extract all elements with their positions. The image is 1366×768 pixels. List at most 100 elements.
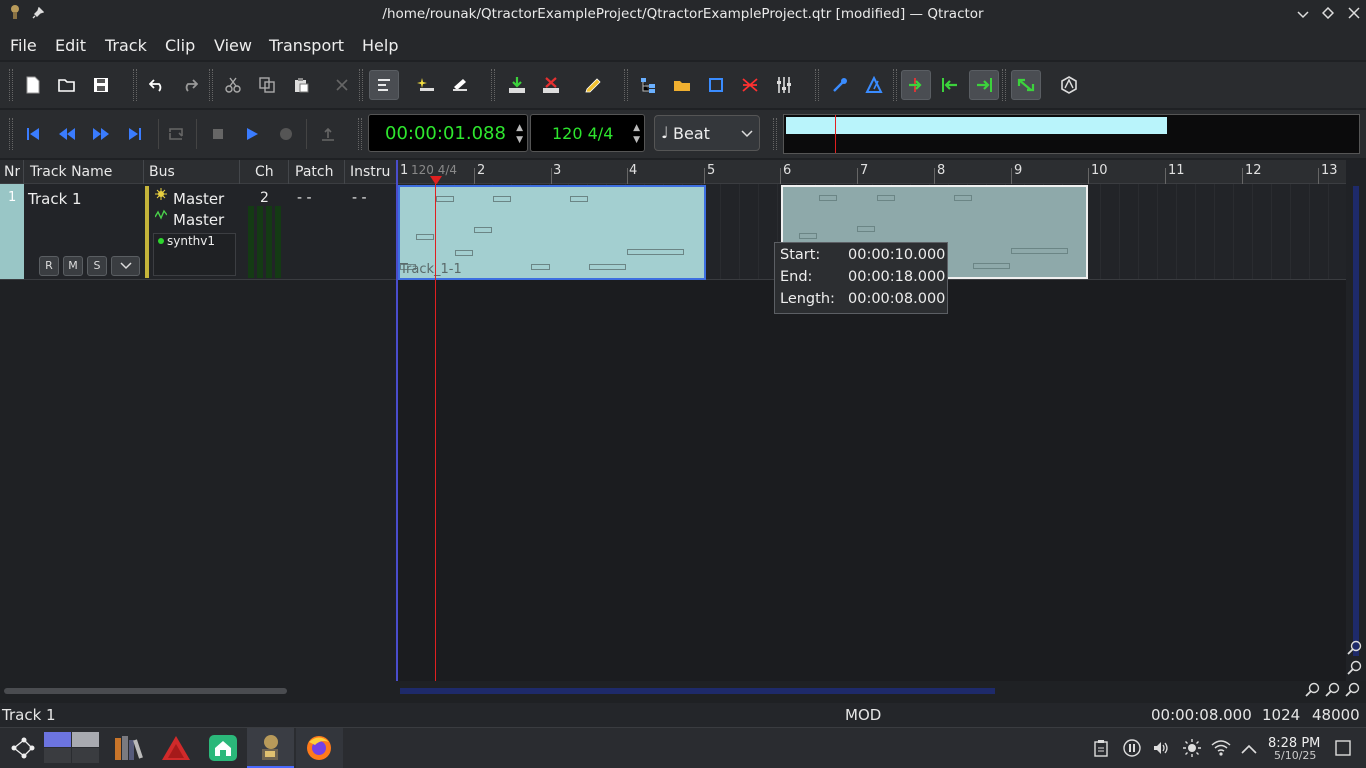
save-icon[interactable] [86,70,116,100]
redo-icon[interactable] [175,70,205,100]
home-app-icon[interactable] [208,734,238,766]
auto-backward-icon[interactable] [935,70,965,100]
chevron-up-icon[interactable] [1241,742,1257,758]
desktop-1[interactable] [44,732,71,747]
zoom-out-vertical-icon[interactable] [1347,660,1363,680]
undo-icon[interactable] [142,70,172,100]
new-file-icon[interactable] [18,70,48,100]
toolbar-grip[interactable] [815,69,819,101]
folder-icon[interactable] [667,70,697,100]
mixer-icon[interactable] [769,70,799,100]
pencil-icon[interactable] [578,70,608,100]
rewind-icon[interactable] [52,119,82,149]
app-launcher-icon[interactable] [10,736,36,764]
copy-icon[interactable] [252,70,282,100]
record-arm-button[interactable]: R [39,256,59,276]
files-icon[interactable] [633,70,663,100]
record-icon[interactable] [271,119,301,149]
toolbar-grip[interactable] [209,69,213,101]
toolbar-grip[interactable] [624,69,628,101]
time-spin-up-icon[interactable]: ▲ [516,123,523,133]
input-bus-label[interactable]: Master [173,190,224,208]
fast-forward-icon[interactable] [86,119,116,149]
menu-edit[interactable]: Edit [55,36,86,55]
continue-past-end-icon[interactable] [969,70,999,100]
toolbar-grip[interactable] [893,69,897,101]
vertical-scrollbar[interactable] [1346,160,1366,681]
track-name[interactable]: Track 1 [28,190,82,208]
col-instrument[interactable]: Instru [350,164,395,180]
select-mode-icon[interactable] [369,70,399,100]
backward-start-icon[interactable] [18,119,48,149]
zoom-out-horizontal-icon[interactable] [1305,682,1321,702]
track-number-cell[interactable]: 1 [0,184,24,279]
remove-clip-icon[interactable] [536,70,566,100]
toolbar-grip[interactable] [491,69,495,101]
media-pause-icon[interactable] [1123,739,1141,761]
wifi-icon[interactable] [1211,739,1231,761]
track-list-hscrollbar[interactable] [0,681,396,701]
plugin-name[interactable]: synthv1 [167,234,215,248]
tempo-display[interactable]: 120 4/4 ▲ ▼ [530,114,645,152]
vertical-scroll-thumb[interactable] [1353,186,1359,656]
menu-view[interactable]: View [214,36,252,55]
firefox-taskbar-button[interactable] [296,728,343,768]
menu-help[interactable]: Help [362,36,398,55]
zoom-reset-icon[interactable] [1325,682,1341,702]
output-bus-label[interactable]: Master [173,211,224,229]
toolbar-grip[interactable] [9,118,13,150]
open-file-icon[interactable] [52,70,82,100]
cut-icon[interactable] [218,70,248,100]
brightness-icon[interactable] [1183,739,1201,761]
crossfade-icon[interactable] [735,70,765,100]
col-patch[interactable]: Patch [295,164,333,180]
instrument-icon[interactable] [825,70,855,100]
tempo-spin-up-icon[interactable]: ▲ [633,123,640,133]
col-track-name[interactable]: Track Name [30,164,112,180]
col-bus[interactable]: Bus [149,164,175,180]
plugin-list[interactable]: synthv1 [153,233,236,276]
punch-in-icon[interactable] [313,119,343,149]
toolbar-grip[interactable] [1002,69,1006,101]
calibre-icon[interactable] [112,734,144,766]
paste-icon[interactable] [286,70,316,100]
toolbar-grip[interactable] [773,118,777,150]
time-display[interactable]: 00:00:01.088 ▲ ▼ [368,114,528,152]
toolbar-grip[interactable] [133,69,137,101]
volume-icon[interactable] [1152,739,1170,761]
show-desktop-icon[interactable] [1335,740,1351,760]
maximize-icon[interactable] [1317,4,1339,26]
timeline-hscrollbar[interactable] [398,681,1366,701]
clock-date[interactable]: 5/10/25 [1274,749,1316,762]
track-row[interactable]: 1 Track 1 Master Master synthv1 2 - - - … [0,184,396,280]
time-spin-down-icon[interactable]: ▼ [516,135,523,145]
ardour-icon[interactable] [160,734,192,766]
hscroll-thumb[interactable] [400,688,995,694]
tempo-spin-down-icon[interactable]: ▼ [633,135,640,145]
edit-track-icon[interactable] [445,70,475,100]
metronome-icon[interactable] [859,70,889,100]
snap-select[interactable]: ♩ Beat [654,115,760,151]
auto-loop-icon[interactable] [1011,70,1041,100]
loop-icon[interactable] [161,119,191,149]
zoom-in-vertical-icon[interactable] [1347,640,1363,660]
close-icon[interactable] [1343,4,1365,26]
col-channel[interactable]: Ch [255,164,274,180]
toolbar-grip[interactable] [359,69,363,101]
qtractor-taskbar-button[interactable] [247,728,294,768]
toolbar-grip[interactable] [9,69,13,101]
plugin-active-icon[interactable] [158,238,164,244]
import-clip-icon[interactable] [502,70,532,100]
virtual-desktop-pager[interactable] [44,732,99,764]
clipboard-icon[interactable] [1093,739,1109,761]
minimize-icon[interactable] [1292,4,1314,26]
desktop-3[interactable] [44,748,71,763]
mute-button[interactable]: M [63,256,83,276]
hscroll-thumb[interactable] [4,688,287,694]
panic-icon[interactable] [1054,70,1084,100]
track-menu-button[interactable] [111,256,140,276]
menu-clip[interactable]: Clip [165,36,195,55]
menu-track[interactable]: Track [105,36,147,55]
follow-playhead-icon[interactable] [901,70,931,100]
forward-end-icon[interactable] [120,119,150,149]
